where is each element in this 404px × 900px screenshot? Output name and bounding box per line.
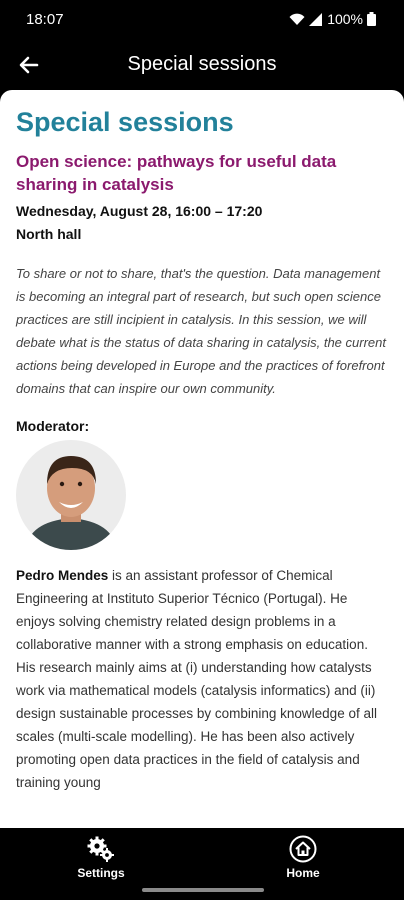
content-sheet[interactable]: Special sessions Open science: pathways …: [0, 90, 404, 828]
nav-settings[interactable]: Settings: [61, 834, 141, 880]
gears-icon: [87, 836, 114, 862]
nav-home[interactable]: Home: [263, 834, 343, 880]
session-title: Open science: pathways for useful data s…: [16, 151, 337, 194]
nav-home-label: Home: [286, 866, 320, 880]
moderator-avatar: [16, 439, 126, 550]
status-icons: 100%: [289, 11, 376, 27]
status-time: 18:07: [26, 11, 64, 28]
app-bar-title: Special sessions: [127, 53, 277, 75]
moderator-bio-text: is an assistant professor of Chemical En…: [16, 567, 377, 790]
page-title: Special sessions: [16, 107, 234, 137]
status-bar: 18:07 100%: [0, 0, 404, 40]
nav-settings-label: Settings: [77, 866, 125, 880]
home-icon: [289, 835, 317, 863]
battery-percent: 100%: [327, 11, 363, 27]
session-location: North hall: [16, 225, 82, 242]
moderator-name: Pedro Mendes: [16, 567, 109, 583]
battery-icon: [367, 12, 376, 26]
moderator-bio: Pedro Mendes is an assistant professor o…: [16, 564, 388, 794]
home-indicator[interactable]: [142, 888, 264, 892]
signal-icon: [309, 12, 323, 26]
moderator-label: Moderator:: [16, 417, 90, 434]
session-datetime: Wednesday, August 28, 16:00 – 17:20: [16, 202, 263, 219]
app-bar: Special sessions: [0, 40, 404, 90]
wifi-icon: [289, 13, 305, 25]
session-abstract: To share or not to share, that's the que…: [16, 265, 386, 396]
